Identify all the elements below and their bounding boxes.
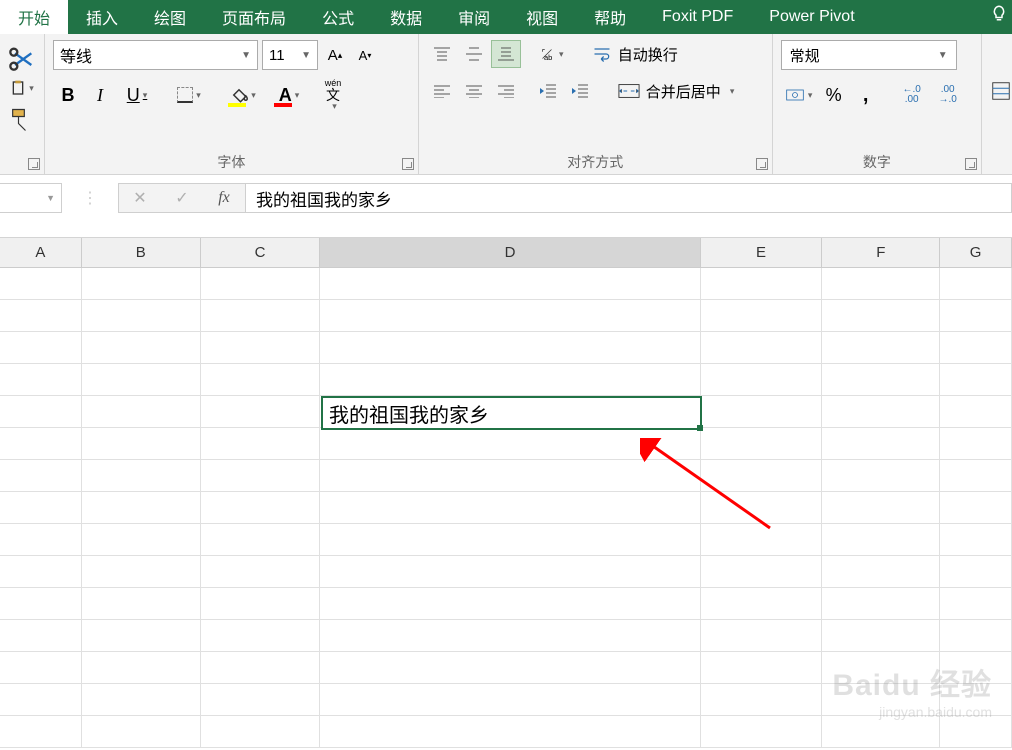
align-middle-button[interactable] <box>459 40 489 68</box>
tab-data[interactable]: 数据 <box>372 0 440 34</box>
align-top-button[interactable] <box>427 40 457 68</box>
grow-font-button[interactable]: A▴ <box>322 40 348 70</box>
percent-button[interactable]: % <box>819 78 849 112</box>
spreadsheet-grid: A B C D E F G 我的祖国我的家乡 <box>0 238 1012 748</box>
name-box[interactable]: ▼ <box>0 183 62 213</box>
italic-button[interactable]: I <box>85 78 115 112</box>
merge-center-button[interactable]: 合并后居中 <box>609 74 744 108</box>
tab-formulas[interactable]: 公式 <box>304 0 372 34</box>
col-header-C[interactable]: C <box>201 238 321 267</box>
tab-view[interactable]: 视图 <box>508 0 576 34</box>
accounting-format-button[interactable] <box>781 78 817 112</box>
font-group-label: 字体 <box>45 152 418 172</box>
font-size-combo[interactable]: 11 ▼ <box>262 40 318 70</box>
formula-bar-buttons: ✕ ✓ fx <box>118 183 246 213</box>
align-bottom-button[interactable] <box>491 40 521 68</box>
selected-cell[interactable]: 我的祖国我的家乡 <box>321 396 702 430</box>
orientation-button[interactable]: ab <box>533 40 569 68</box>
formula-value: 我的祖国我的家乡 <box>256 186 392 211</box>
paste-dropdown[interactable] <box>8 76 36 100</box>
ribbon-tabs: 开始 插入 绘图 页面布局 公式 数据 审阅 视图 帮助 Foxit PDF P… <box>0 0 1012 34</box>
decrease-decimal-button[interactable]: .00→.0 <box>931 78 965 112</box>
bold-button[interactable]: B <box>53 78 83 112</box>
formula-input[interactable]: 我的祖国我的家乡 <box>246 183 1012 213</box>
number-dialog-launcher[interactable] <box>965 158 977 170</box>
selected-cell-value: 我的祖国我的家乡 <box>329 399 489 428</box>
font-name-value: 等线 <box>60 43 92 67</box>
format-painter-icon[interactable] <box>8 106 36 134</box>
clipboard-group <box>0 34 45 174</box>
tab-draw[interactable]: 绘图 <box>136 0 204 34</box>
chevron-down-icon: ▼ <box>938 50 948 61</box>
tab-insert[interactable]: 插入 <box>68 0 136 34</box>
grid-rows[interactable] <box>0 268 1012 748</box>
tab-review[interactable]: 审阅 <box>440 0 508 34</box>
align-right-button[interactable] <box>491 77 521 105</box>
align-left-button[interactable] <box>427 77 457 105</box>
align-center-button[interactable] <box>459 77 489 105</box>
increase-decimal-button[interactable]: ←.0.00 <box>895 78 929 112</box>
conditional-format-icon[interactable] <box>990 80 1012 102</box>
wrap-text-button[interactable]: 自动换行 <box>583 40 687 68</box>
borders-button[interactable] <box>169 78 209 112</box>
decrease-indent-button[interactable] <box>533 77 563 105</box>
insert-function-button[interactable]: fx <box>203 184 245 212</box>
comma-style-button[interactable]: , <box>851 78 881 112</box>
wrap-text-label: 自动换行 <box>618 44 678 65</box>
wrap-text-icon <box>592 45 612 63</box>
cancel-edit-button[interactable]: ✕ <box>119 184 161 212</box>
border-icon <box>177 87 193 103</box>
number-format-value: 常规 <box>790 45 820 66</box>
alignment-group-label: 对齐方式 <box>419 152 772 172</box>
chevron-down-icon: ▼ <box>301 50 311 61</box>
col-header-F[interactable]: F <box>822 238 940 267</box>
tab-foxit-pdf[interactable]: Foxit PDF <box>644 0 751 34</box>
underline-button[interactable]: U <box>117 78 157 112</box>
tab-home[interactable]: 开始 <box>0 0 68 34</box>
fill-handle[interactable] <box>697 425 703 431</box>
font-group: 等线 ▼ 11 ▼ A▴ A▾ B I U A w <box>45 34 419 174</box>
font-dialog-launcher[interactable] <box>402 158 414 170</box>
col-header-B[interactable]: B <box>82 238 201 267</box>
number-group: 常规 ▼ % , ←.0.00 .00→.0 数字 <box>773 34 982 174</box>
cut-icon[interactable] <box>8 44 36 72</box>
col-header-E[interactable]: E <box>701 238 823 267</box>
increase-indent-button[interactable] <box>565 77 595 105</box>
phonetic-guide-button[interactable]: wén文 <box>313 78 353 112</box>
col-header-G[interactable]: G <box>940 238 1012 267</box>
chevron-down-icon: ▼ <box>241 50 251 61</box>
formula-bar-divider: ⋮ <box>62 183 118 213</box>
font-color-button[interactable]: A <box>267 78 311 112</box>
merge-label: 合并后居中 <box>646 81 721 102</box>
paint-bucket-icon <box>230 86 248 104</box>
font-name-combo[interactable]: 等线 ▼ <box>53 40 258 70</box>
confirm-edit-button[interactable]: ✓ <box>161 184 203 212</box>
number-group-label: 数字 <box>773 152 981 172</box>
tab-help[interactable]: 帮助 <box>576 0 644 34</box>
ribbon: 等线 ▼ 11 ▼ A▴ A▾ B I U A w <box>0 34 1012 175</box>
tell-me-icon[interactable] <box>990 4 1008 27</box>
chevron-down-icon: ▼ <box>46 193 55 203</box>
number-format-combo[interactable]: 常规 ▼ <box>781 40 957 70</box>
fill-color-button[interactable] <box>221 78 265 112</box>
column-headers: A B C D E F G <box>0 238 1012 268</box>
col-header-A[interactable]: A <box>0 238 82 267</box>
formula-bar: ▼ ⋮ ✕ ✓ fx 我的祖国我的家乡 <box>0 175 1012 238</box>
shrink-font-button[interactable]: A▾ <box>352 40 378 70</box>
styles-group-edge <box>982 34 1012 174</box>
svg-text:ab: ab <box>544 53 552 62</box>
font-size-value: 11 <box>269 47 285 64</box>
tab-page-layout[interactable]: 页面布局 <box>204 0 304 34</box>
col-header-D[interactable]: D <box>320 238 700 267</box>
clipboard-dialog-launcher[interactable] <box>28 158 40 170</box>
merge-icon <box>618 83 640 99</box>
alignment-dialog-launcher[interactable] <box>756 158 768 170</box>
tab-power-pivot[interactable]: Power Pivot <box>751 0 872 34</box>
alignment-group: ab 自动换行 合并后居中 对齐方式 <box>419 34 773 174</box>
